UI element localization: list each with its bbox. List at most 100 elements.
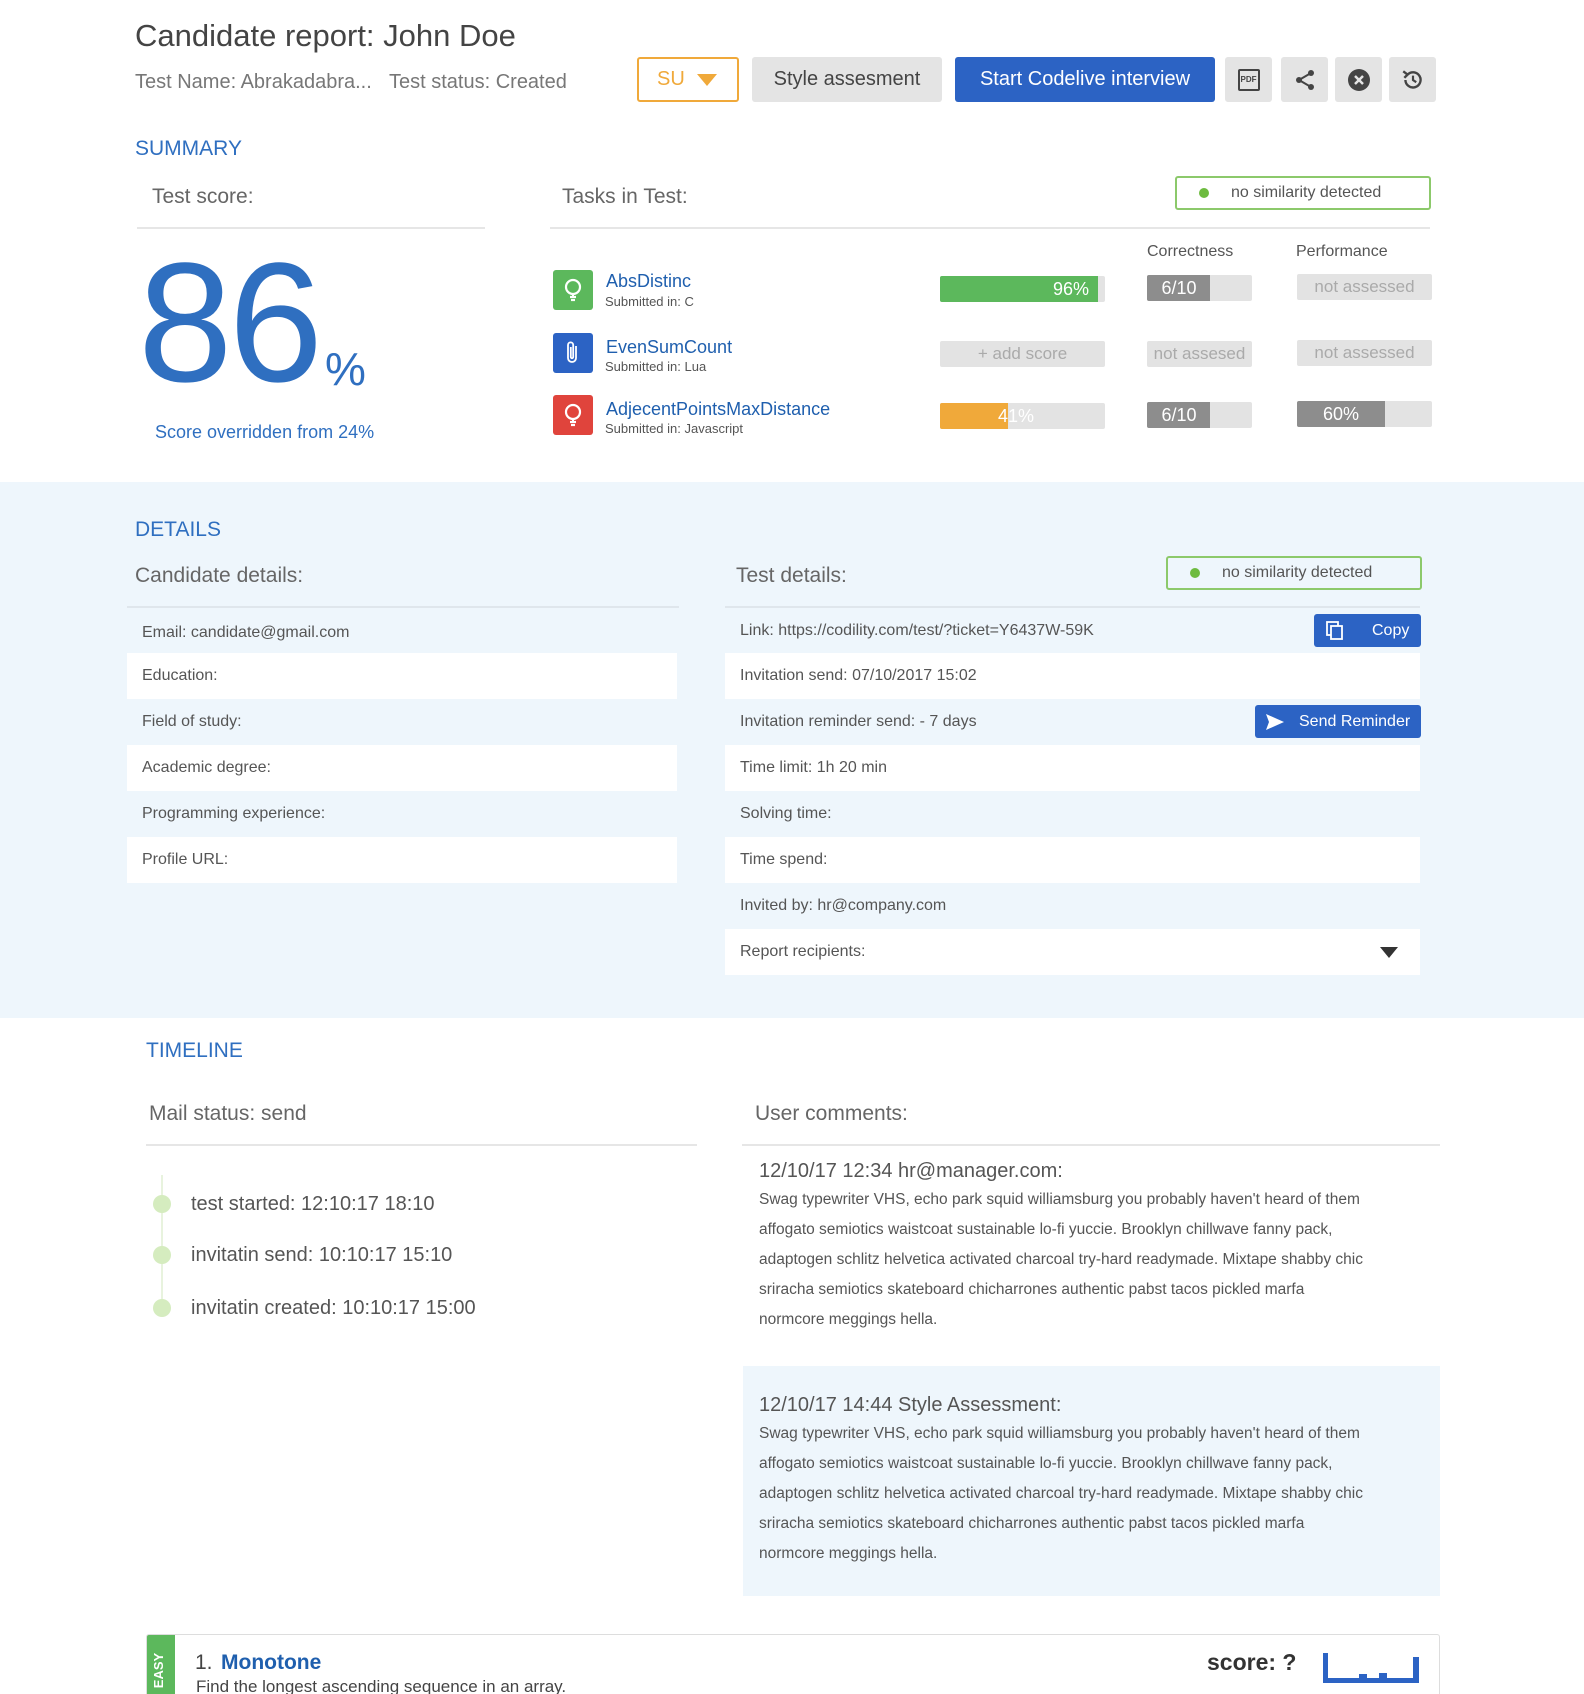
candidate-email: Email: candidate@gmail.com	[142, 624, 350, 641]
comment-body: Swag typewriter VHS, echo park squid wil…	[759, 1191, 1363, 1328]
candidate-details-label: Candidate details:	[135, 564, 304, 587]
status-dot-icon	[1199, 188, 1209, 198]
task-submitted-language: Submitted in: Lua	[605, 359, 707, 374]
task-score-value: 96%	[1052, 278, 1089, 299]
time-limit: Time limit: 1h 20 min	[725, 745, 1420, 791]
history-button[interactable]	[1389, 57, 1436, 102]
similarity-badge: no similarity detected	[1175, 176, 1431, 210]
task-correctness-value: 6/10	[1161, 277, 1197, 298]
history-icon	[1402, 69, 1422, 89]
score-unit: %	[325, 343, 366, 395]
task-correctness-value: not assesed	[1153, 344, 1246, 363]
task-score-value: 41%	[998, 405, 1035, 426]
task-correctness-bar: 6/10	[1147, 275, 1252, 301]
report-recipients-dropdown[interactable]: Report recipients:	[725, 929, 1420, 975]
task-name-link[interactable]: EvenSumCount	[606, 337, 732, 358]
test-score-label: Test score:	[152, 185, 254, 208]
invited-by: Invited by: hr@company.com	[740, 897, 947, 914]
su-select-value: SU	[657, 68, 685, 90]
pdf-export-button[interactable]: PDF	[1225, 57, 1272, 102]
timeline-dot	[153, 1246, 171, 1264]
column-correctness: Correctness	[1147, 243, 1234, 260]
report-recipients-label: Report recipients:	[740, 943, 866, 960]
mail-status: Mail status: send	[149, 1102, 307, 1125]
solving-time: Solving time:	[740, 805, 832, 822]
task-type-lightbulb-icon	[553, 395, 593, 435]
timeline-heading: TIMELINE	[146, 1039, 243, 1062]
score-value: 86	[138, 228, 323, 418]
tasks-in-test-label: Tasks in Test:	[562, 185, 688, 208]
task-card-score: score: ?	[1207, 1649, 1297, 1675]
timeline-event: invitatin send: 10:10:17 15:10	[191, 1244, 453, 1266]
task-type-lightbulb-icon	[553, 270, 593, 310]
close-button[interactable]	[1335, 57, 1382, 102]
task-score-bar: 41%	[940, 403, 1105, 429]
page-title: Candidate report: John Doe	[135, 18, 516, 53]
task-name-link[interactable]: AdjecentPointsMaxDistance	[606, 399, 830, 420]
task-performance-value: not assessed	[1314, 343, 1415, 362]
copy-icon	[1326, 620, 1343, 640]
task-card-description: Find the longest ascending sequence in a…	[196, 1677, 567, 1694]
share-icon	[1295, 69, 1314, 90]
task-performance-value: not assessed	[1314, 277, 1415, 296]
start-codelive-button[interactable]: Start Codelive interview	[955, 57, 1215, 102]
send-reminder-button[interactable]: Send Reminder	[1255, 705, 1421, 738]
task-score-bar: 96%	[940, 276, 1105, 302]
task-card-name[interactable]: Monotone	[221, 1651, 321, 1675]
divider	[550, 227, 1430, 229]
candidate-programming-experience: Programming experience:	[142, 805, 326, 822]
add-score-button[interactable]: + add score	[940, 341, 1105, 367]
candidate-education: Education:	[127, 653, 677, 699]
pdf-icon: PDF	[1237, 68, 1260, 91]
task-submitted-language: Submitted in: Javascript	[605, 421, 744, 436]
chevron-down-icon	[697, 74, 717, 86]
user-comments-label: User comments:	[755, 1102, 908, 1125]
divider	[127, 606, 679, 608]
style-assessment-button[interactable]: Style assesment	[752, 57, 942, 102]
time-spend: Time spend:	[725, 837, 1420, 883]
task-type-paperclip-icon	[553, 333, 593, 373]
send-reminder-label: Send Reminder	[1299, 712, 1411, 730]
task-card: EASY 1. Monotone Find the longest ascend…	[146, 1634, 1440, 1694]
task-name-link[interactable]: AbsDistinc	[606, 271, 691, 292]
add-score-label: + add score	[977, 344, 1068, 363]
task-performance-value: 60%	[1322, 403, 1360, 424]
summary-heading: SUMMARY	[135, 137, 242, 160]
similarity-text: no similarity detected	[1222, 564, 1373, 581]
column-performance: Performance	[1296, 243, 1388, 260]
similarity-badge: no similarity detected	[1166, 556, 1422, 590]
task-performance-bar: not assessed	[1297, 274, 1432, 300]
difficulty-strip: EASY	[147, 1635, 175, 1694]
task-correctness-value: 6/10	[1161, 404, 1197, 425]
status-dot-icon	[1190, 568, 1200, 578]
similarity-text: no similarity detected	[1231, 184, 1382, 201]
task-correctness-bar: 6/10	[1147, 402, 1252, 428]
task-performance-bar: 60%	[1297, 401, 1432, 427]
divider	[146, 1144, 697, 1146]
comment-header: 12/10/17 12:34 hr@manager.com:	[759, 1160, 1063, 1182]
task-correctness-bar: not assesed	[1147, 341, 1252, 367]
comment-body: Swag typewriter VHS, echo park squid wil…	[759, 1425, 1363, 1562]
task-number: 1.	[195, 1651, 213, 1674]
task-submitted-language: Submitted in: C	[605, 294, 694, 309]
timeline-dot	[153, 1195, 171, 1213]
su-select[interactable]: SU	[637, 57, 739, 102]
timeline-dot	[153, 1299, 171, 1317]
timeline-event: test started: 12:10:17 18:10	[191, 1193, 435, 1215]
mini-chart-icon	[1323, 1653, 1419, 1683]
divider	[742, 1144, 1440, 1146]
candidate-academic-degree: Academic degree:	[127, 745, 677, 791]
comment-header: 12/10/17 14:44 Style Assessment:	[759, 1394, 1062, 1416]
invitation-send: Invitation send: 07/10/2017 15:02	[725, 653, 1420, 699]
copy-button-label: Copy	[1372, 621, 1410, 639]
send-icon	[1266, 713, 1284, 730]
candidate-field-of-study: Field of study:	[142, 713, 242, 730]
details-heading: DETAILS	[135, 518, 221, 541]
score-override-note: Score overridden from 24%	[155, 422, 375, 442]
share-button[interactable]	[1281, 57, 1328, 102]
timeline-event: invitatin created: 10:10:17 15:00	[191, 1297, 476, 1319]
test-details-label: Test details:	[736, 564, 847, 587]
candidate-profile-url: Profile URL:	[127, 837, 677, 883]
task-performance-bar: not assessed	[1297, 340, 1432, 366]
copy-button[interactable]: Copy	[1314, 614, 1421, 647]
